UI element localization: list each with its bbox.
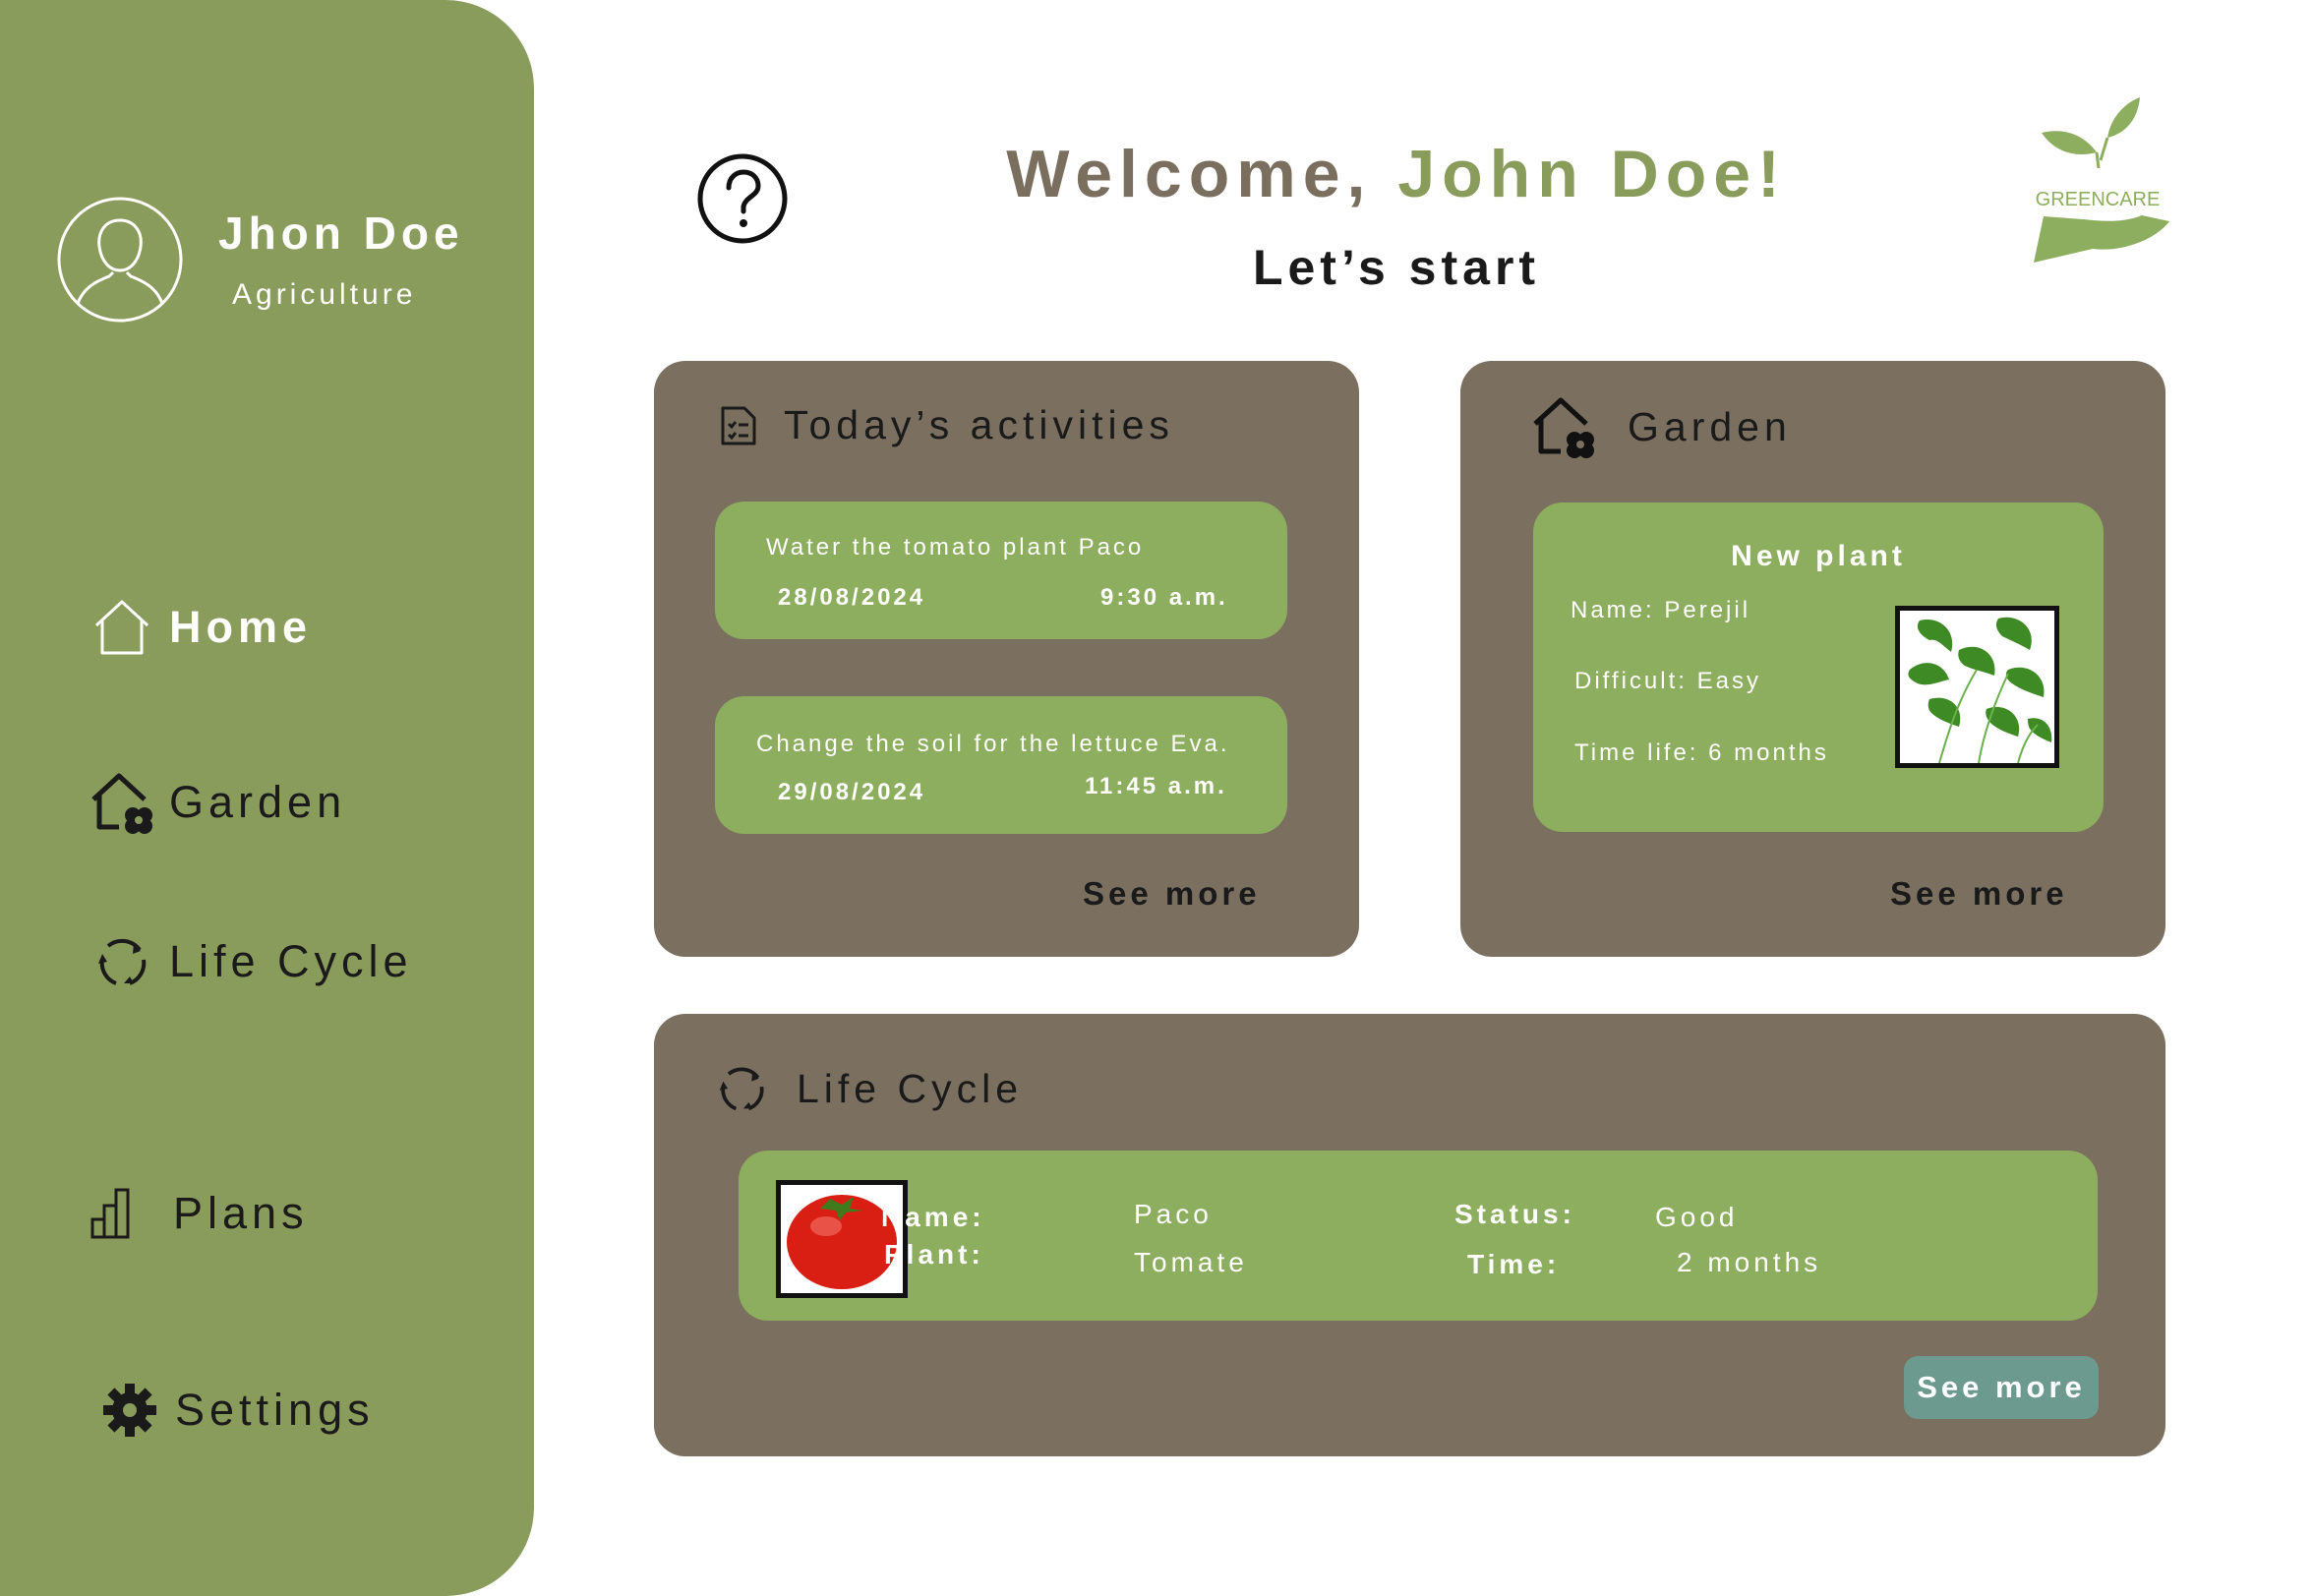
task-card[interactable]: Change the soil for the lettuce Eva. 29/… bbox=[715, 696, 1287, 834]
status-label: Status: bbox=[1454, 1199, 1575, 1229]
logo-text: GREENCARE bbox=[2036, 189, 2161, 210]
page-subtitle: Let’s start bbox=[1252, 240, 1541, 295]
plant-name: Name: Perejil bbox=[1571, 597, 1751, 623]
task-text: Water the tomato plant Paco bbox=[766, 534, 1145, 561]
garden-title: Garden bbox=[1531, 394, 1792, 459]
sidebar-item-garden[interactable]: Garden bbox=[89, 769, 346, 836]
task-card[interactable]: Water the tomato plant Paco 28/08/2024 9… bbox=[715, 502, 1287, 639]
welcome-heading: Welcome, John Doe! bbox=[0, 136, 2313, 212]
garden-see-more-link[interactable]: See more bbox=[1890, 875, 2068, 913]
new-plant-heading: New plant bbox=[1731, 540, 1906, 572]
sidebar-item-settings[interactable]: Settings bbox=[96, 1377, 375, 1444]
life-cycle-plant-row[interactable]: Name: Plant: Paco Tomate Status: Time: G… bbox=[739, 1151, 2098, 1321]
plant-label: Plant: bbox=[884, 1239, 984, 1270]
bar-chart-icon bbox=[83, 1180, 149, 1247]
plant-time-life: Time life: 6 months bbox=[1574, 739, 1829, 766]
garden-card: Garden New plant Name: Perejil Difficult… bbox=[1460, 361, 2165, 957]
task-time: 9:30 a.m. bbox=[1100, 584, 1228, 611]
sidebar-item-plans[interactable]: Plans bbox=[83, 1180, 309, 1247]
garden-house-icon bbox=[89, 769, 155, 836]
sidebar-item-life-cycle[interactable]: Life Cycle bbox=[89, 928, 413, 995]
welcome-prefix: Welcome, bbox=[1006, 137, 1398, 211]
name-label: Name: bbox=[881, 1202, 985, 1232]
greencare-logo: GREENCARE bbox=[2034, 97, 2169, 263]
sidebar-item-label: Life Cycle bbox=[169, 936, 413, 986]
sidebar-item-label: Home bbox=[169, 602, 313, 652]
name-value: Paco bbox=[1134, 1199, 1213, 1229]
activities-title: Today’s activities bbox=[719, 402, 1174, 448]
sidebar-item-label: Garden bbox=[169, 777, 347, 827]
sidebar-item-label: Plans bbox=[173, 1188, 309, 1238]
time-value: 2 months bbox=[1677, 1247, 1822, 1277]
garden-house-icon bbox=[1531, 394, 1596, 459]
task-text: Change the soil for the lettuce Eva. bbox=[756, 731, 1230, 757]
sidebar-item-home[interactable]: Home bbox=[89, 594, 312, 661]
new-plant-card[interactable]: New plant Name: Perejil Difficult: Easy … bbox=[1533, 502, 2104, 832]
task-date: 29/08/2024 bbox=[778, 779, 926, 805]
time-label: Time: bbox=[1467, 1249, 1561, 1279]
status-value: Good bbox=[1655, 1202, 1739, 1232]
sidebar-item-label: Settings bbox=[175, 1385, 375, 1435]
task-time: 11:45 a.m. bbox=[1085, 773, 1227, 799]
plant-difficulty: Difficult: Easy bbox=[1574, 668, 1761, 694]
plant-value: Tomate bbox=[1134, 1247, 1248, 1277]
activities-card: Today’s activities Water the tomato plan… bbox=[654, 361, 1359, 957]
welcome-name: John Doe! bbox=[1397, 137, 1787, 211]
gear-icon bbox=[96, 1377, 163, 1444]
recycle-icon bbox=[89, 928, 155, 995]
life-cycle-title: Life Cycle bbox=[716, 1063, 1023, 1114]
task-date: 28/08/2024 bbox=[778, 584, 926, 611]
life-cycle-see-more-button[interactable]: See more bbox=[1904, 1356, 2099, 1419]
parsley-image bbox=[1895, 606, 2059, 768]
home-icon bbox=[89, 594, 155, 661]
activities-see-more-link[interactable]: See more bbox=[1083, 875, 1261, 913]
checklist-icon bbox=[719, 404, 758, 447]
recycle-icon bbox=[716, 1063, 767, 1114]
life-cycle-card: Life Cycle Name: Plant: Paco Tomate Stat… bbox=[654, 1014, 2165, 1456]
